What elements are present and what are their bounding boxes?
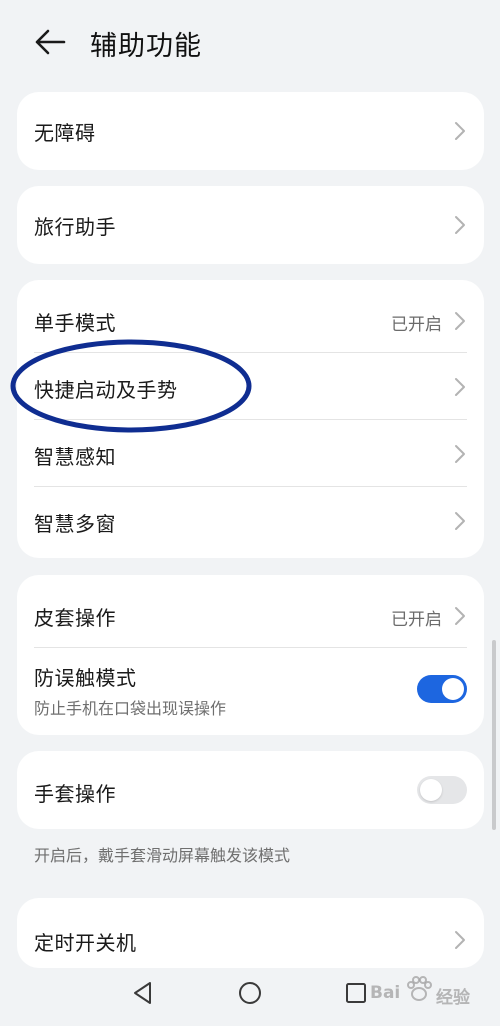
accessibility-label: 无障碍 <box>34 121 96 145</box>
scrollbar[interactable] <box>492 640 496 830</box>
quick-launch-row[interactable]: 快捷启动及手势 <box>17 353 484 419</box>
navigation-bar <box>0 960 500 1026</box>
accessibility-card: 无障碍 <box>17 92 484 170</box>
quick-launch-label: 快捷启动及手势 <box>34 378 178 402</box>
cover-operation-status: 已开启 <box>391 610 442 630</box>
protection-card: 皮套操作 已开启 防误触模式 防止手机在口袋出现误操作 <box>17 575 484 735</box>
travel-assistant-row[interactable]: 旅行助手 <box>17 186 484 264</box>
chevron-right-icon <box>455 312 465 330</box>
square-recents-icon[interactable] <box>343 980 369 1006</box>
accidental-touch-row: 防误触模式 防止手机在口袋出现误操作 <box>17 648 484 735</box>
smart-multiwindow-row[interactable]: 智慧多窗 <box>17 487 484 558</box>
toggle-knob <box>442 678 464 700</box>
chevron-right-icon <box>455 445 465 463</box>
scheduled-power-row[interactable]: 定时开关机 <box>17 898 484 968</box>
one-hand-mode-row[interactable]: 单手模式 已开启 <box>17 280 484 352</box>
arrow-left-icon[interactable] <box>34 28 66 56</box>
app-header: 辅助功能 <box>0 0 500 90</box>
page-title: 辅助功能 <box>90 31 202 62</box>
cover-operation-label: 皮套操作 <box>34 606 116 630</box>
one-hand-mode-status: 已开启 <box>391 315 442 335</box>
accidental-touch-description: 防止手机在口袋出现误操作 <box>34 699 227 718</box>
gestures-card: 单手模式 已开启 快捷启动及手势 智慧感知 智慧多窗 <box>17 280 484 558</box>
chevron-right-icon <box>455 216 465 234</box>
glove-mode-row: 手套操作 <box>17 751 484 829</box>
glove-mode-note: 开启后，戴手套滑动屏幕触发该模式 <box>34 846 291 865</box>
cover-operation-row[interactable]: 皮套操作 已开启 <box>17 575 484 647</box>
glove-mode-toggle[interactable] <box>417 776 467 804</box>
triangle-back-icon[interactable] <box>130 980 156 1006</box>
accidental-touch-label: 防误触模式 <box>34 666 137 690</box>
travel-assistant-card: 旅行助手 <box>17 186 484 264</box>
travel-assistant-label: 旅行助手 <box>34 215 116 239</box>
glove-mode-label: 手套操作 <box>34 782 116 806</box>
smart-sensing-row[interactable]: 智慧感知 <box>17 420 484 486</box>
toggle-knob <box>420 779 442 801</box>
scheduled-power-card: 定时开关机 <box>17 898 484 968</box>
one-hand-mode-label: 单手模式 <box>34 311 116 335</box>
smart-sensing-label: 智慧感知 <box>34 445 116 469</box>
smart-multiwindow-label: 智慧多窗 <box>34 512 116 536</box>
scheduled-power-label: 定时开关机 <box>34 931 137 955</box>
chevron-right-icon <box>455 512 465 530</box>
accessibility-row[interactable]: 无障碍 <box>17 92 484 170</box>
glove-card: 手套操作 <box>17 751 484 829</box>
chevron-right-icon <box>455 607 465 625</box>
chevron-right-icon <box>455 931 465 949</box>
circle-home-icon[interactable] <box>237 980 263 1006</box>
chevron-right-icon <box>455 122 465 140</box>
chevron-right-icon <box>455 378 465 396</box>
accidental-touch-toggle[interactable] <box>417 675 467 703</box>
